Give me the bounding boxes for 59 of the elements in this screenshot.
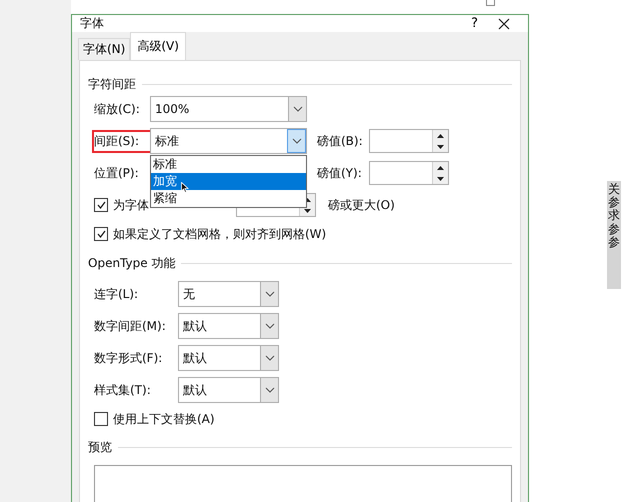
field-label: 样式集(T): [94,382,152,398]
section-title: OpenType 功能 [88,254,176,272]
chevron-down-icon [264,291,274,297]
dropdown-value: 标准 [154,133,180,150]
chevron-down-icon [264,355,274,361]
field-label: 磅值(Y): [317,164,363,182]
down-arrow-icon [437,176,444,180]
dropdown[interactable]: 默认 [178,313,279,339]
checkbox[interactable] [94,198,108,212]
dropdown[interactable]: 100% [150,96,307,122]
window-title: 字体 [80,15,105,32]
list-option[interactable]: 紧缩 [151,190,306,207]
field-label: 缩放(C): [94,100,141,118]
tab[interactable]: 高级(V) [130,32,186,60]
close-button[interactable] [496,16,512,32]
dropdown[interactable]: 默认 [178,377,279,403]
unit-label: 磅或更大(O) [328,196,395,214]
field-label: 间距(S): [94,132,150,150]
tab[interactable]: 字体(N) [78,38,130,60]
section-title: 预览 [88,438,112,456]
up-arrow-icon [304,198,311,202]
section-title: 字符间距 [88,76,136,92]
field-label: 连字(L): [94,286,140,302]
dropdown-value: 无 [182,286,196,303]
field-label: 位置(P): [94,164,140,182]
vertical-text: 关参求参参 [607,181,621,289]
up-arrow-icon [437,166,444,170]
checkbox-label: 如果定义了文档网格，则对齐到网格(W) [113,226,326,242]
checkmark-icon [96,230,106,238]
cursor-icon [181,182,189,193]
checkbox-label: 使用上下文替换(A) [113,410,215,428]
list-option[interactable]: 加宽 [151,173,306,190]
chevron-down-icon [264,387,274,393]
dropdown[interactable]: 标准 [150,128,307,154]
field-label: 数字间距(M): [94,318,167,334]
field-label: 磅值(B): [317,132,364,150]
spin-field[interactable] [369,161,449,185]
checkbox[interactable] [94,412,108,426]
down-arrow-icon [437,144,444,148]
up-arrow-icon [437,134,444,138]
dropdown-value: 100% [154,101,190,118]
list-option[interactable]: 标准 [151,156,306,173]
chevron-down-icon [292,106,302,112]
field-label: 数字形式(F): [94,350,164,366]
checkbox-label: 为字体 [113,196,149,214]
checkmark-icon [96,201,106,209]
checkbox[interactable] [94,227,108,241]
dropdown[interactable]: 无 [178,281,279,307]
help-button[interactable]: ? [467,16,482,31]
dropdown-value: 默认 [182,350,208,367]
close-icon [498,18,510,30]
spin-field[interactable] [369,129,449,153]
chevron-down-icon [292,138,302,144]
down-arrow-icon [304,208,311,212]
dropdown-value: 默认 [182,318,208,335]
dropdown-value: 默认 [182,382,208,399]
dropdown[interactable]: 默认 [178,345,279,371]
square-icon [486,0,495,6]
chevron-down-icon [264,323,274,329]
